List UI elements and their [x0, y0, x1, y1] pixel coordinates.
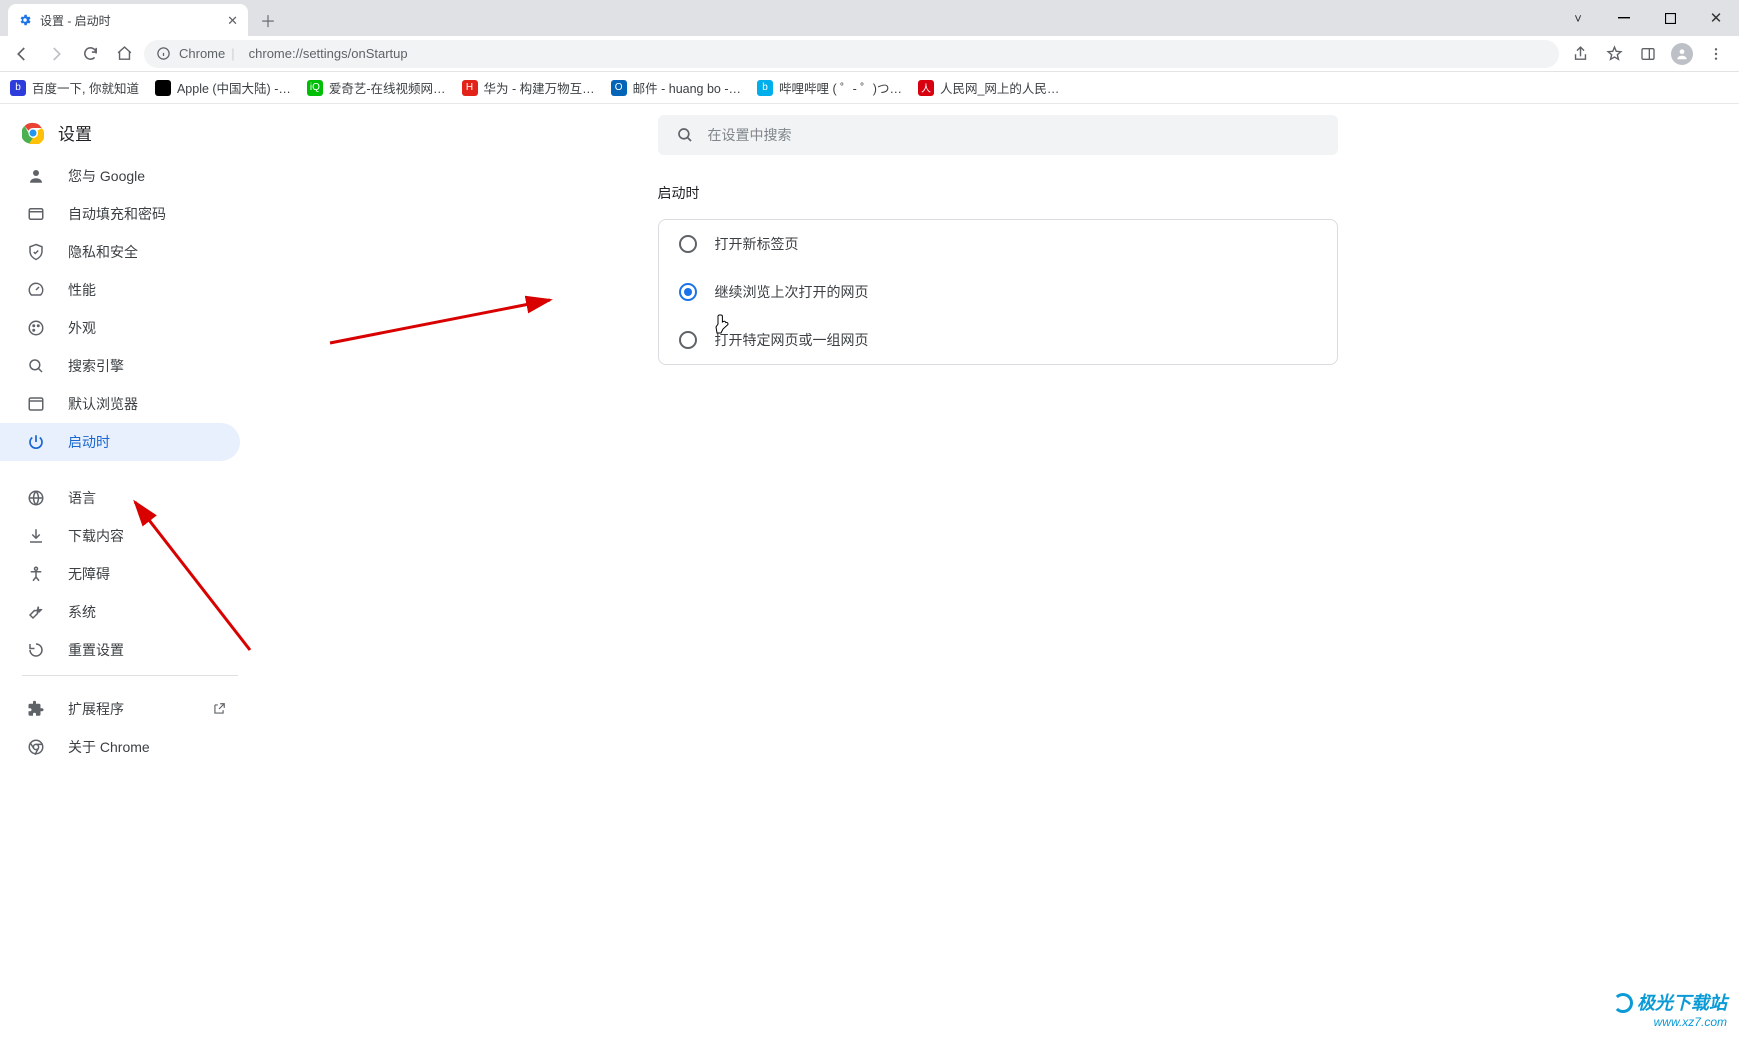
share-icon[interactable] — [1565, 40, 1595, 68]
sidebar-item-system[interactable]: 系统 — [0, 593, 240, 631]
url-path: chrome://settings/onStartup — [249, 46, 408, 61]
search-icon — [676, 126, 694, 144]
huawei-icon: H — [462, 80, 478, 96]
tab-search-icon[interactable]: ˅ — [1555, 0, 1601, 36]
accessibility-icon — [26, 565, 46, 583]
sidebar-item-extensions[interactable]: 扩展程序 — [0, 690, 240, 728]
tab-title: 设置 - 启动时 — [40, 12, 219, 29]
reset-icon — [26, 641, 46, 659]
search-placeholder: 在设置中搜索 — [708, 125, 792, 145]
browser-tab[interactable]: 设置 - 启动时 ✕ — [8, 4, 248, 36]
back-button[interactable] — [8, 40, 36, 68]
radio-icon — [679, 235, 697, 253]
globe-icon — [26, 489, 46, 507]
radio-selected-icon — [679, 283, 697, 301]
gear-icon — [18, 13, 32, 27]
wrench-icon — [26, 603, 46, 621]
bookmark-bilibili[interactable]: b哔哩哔哩 ( ゜- ゜)つ… — [757, 78, 902, 97]
person-icon — [26, 167, 46, 185]
bookmark-huawei[interactable]: H华为 - 构建万物互… — [462, 78, 595, 97]
bookmark-apple[interactable]: Apple (中国大陆) -… — [155, 78, 291, 97]
window-titlebar: 设置 - 启动时 ✕ ＋ ˅ ✕ — [0, 0, 1739, 36]
paw-icon: b — [10, 80, 26, 96]
watermark: 极光下载站 www.xz7.com — [1613, 989, 1727, 1029]
bookmarks-bar: b百度一下, 你就知道 Apple (中国大陆) -… iQ爱奇艺-在线视频网…… — [0, 72, 1739, 104]
profile-avatar[interactable] — [1667, 40, 1697, 68]
sidebar-item-search-engine[interactable]: 搜索引擎 — [0, 347, 240, 385]
power-icon — [26, 433, 46, 451]
bilibili-icon: b — [757, 80, 773, 96]
download-icon — [26, 527, 46, 545]
side-panel-icon[interactable] — [1633, 40, 1663, 68]
iqiyi-icon: iQ — [307, 80, 323, 96]
home-button[interactable] — [110, 40, 138, 68]
apple-icon — [155, 80, 171, 96]
settings-page: 设置 您与 Google 自动填充和密码 隐私和安全 性能 外观 搜索引擎 默认… — [0, 104, 1739, 1037]
bookmark-baidu[interactable]: b百度一下, 你就知道 — [10, 78, 139, 97]
forward-button[interactable] — [42, 40, 70, 68]
speed-icon — [26, 281, 46, 299]
bookmark-star-icon[interactable] — [1599, 40, 1629, 68]
new-tab-button[interactable]: ＋ — [254, 6, 282, 34]
watermark-logo-icon — [1613, 993, 1633, 1013]
autofill-icon — [26, 205, 46, 223]
sidebar-item-downloads[interactable]: 下载内容 — [0, 517, 240, 555]
sidebar-title: 设置 — [58, 120, 92, 145]
sidebar-header: 设置 — [0, 120, 256, 157]
sidebar-item-performance[interactable]: 性能 — [0, 271, 240, 309]
option-open-new-tab[interactable]: 打开新标签页 — [659, 220, 1337, 268]
external-link-icon — [212, 702, 226, 716]
sidebar-item-languages[interactable]: 语言 — [0, 479, 240, 517]
window-controls: ˅ ✕ — [1555, 0, 1739, 36]
site-info-icon[interactable] — [156, 46, 171, 61]
sidebar-item-accessibility[interactable]: 无障碍 — [0, 555, 240, 593]
settings-search[interactable]: 在设置中搜索 — [658, 115, 1338, 155]
minimize-icon[interactable] — [1601, 0, 1647, 36]
kebab-menu-icon[interactable] — [1701, 40, 1731, 68]
startup-options-card: 打开新标签页 继续浏览上次打开的网页 打开特定网页或一组网页 — [658, 219, 1338, 365]
option-continue-last[interactable]: 继续浏览上次打开的网页 — [659, 268, 1337, 316]
address-bar[interactable]: Chrome chrome://settings/onStartup — [144, 40, 1559, 68]
chrome-logo-icon — [22, 122, 44, 144]
puzzle-icon — [26, 700, 46, 718]
sidebar-item-reset[interactable]: 重置设置 — [0, 631, 240, 669]
option-open-specific[interactable]: 打开特定网页或一组网页 — [659, 316, 1337, 364]
radio-icon — [679, 331, 697, 349]
browser-icon — [26, 395, 46, 413]
sidebar-item-default-browser[interactable]: 默认浏览器 — [0, 385, 240, 423]
bookmark-iqiyi[interactable]: iQ爱奇艺-在线视频网… — [307, 78, 446, 97]
url-origin: Chrome — [179, 46, 241, 61]
bookmark-outlook[interactable]: O邮件 - huang bo -… — [611, 78, 741, 97]
sidebar-item-on-startup[interactable]: 启动时 — [0, 423, 240, 461]
shield-icon — [26, 243, 46, 261]
bookmark-renmin[interactable]: 人人民网_网上的人民… — [918, 78, 1059, 97]
maximize-icon[interactable] — [1647, 0, 1693, 36]
search-icon — [26, 357, 46, 375]
outlook-icon: O — [611, 80, 627, 96]
section-title-startup: 启动时 — [658, 183, 1338, 203]
browser-toolbar: Chrome chrome://settings/onStartup — [0, 36, 1739, 72]
sidebar-item-autofill[interactable]: 自动填充和密码 — [0, 195, 240, 233]
reload-button[interactable] — [76, 40, 104, 68]
close-icon[interactable]: ✕ — [1693, 0, 1739, 36]
sidebar-item-about-chrome[interactable]: 关于 Chrome — [0, 728, 240, 766]
settings-sidebar: 设置 您与 Google 自动填充和密码 隐私和安全 性能 外观 搜索引擎 默认… — [0, 104, 256, 1037]
renmin-icon: 人 — [918, 80, 934, 96]
chrome-icon — [26, 738, 46, 756]
sidebar-item-privacy[interactable]: 隐私和安全 — [0, 233, 240, 271]
tab-close-icon[interactable]: ✕ — [227, 14, 238, 27]
settings-content: 在设置中搜索 启动时 打开新标签页 继续浏览上次打开的网页 打开特定网页或一组网… — [256, 104, 1739, 1037]
sidebar-item-appearance[interactable]: 外观 — [0, 309, 240, 347]
sidebar-item-you-and-google[interactable]: 您与 Google — [0, 157, 240, 195]
palette-icon — [26, 319, 46, 337]
